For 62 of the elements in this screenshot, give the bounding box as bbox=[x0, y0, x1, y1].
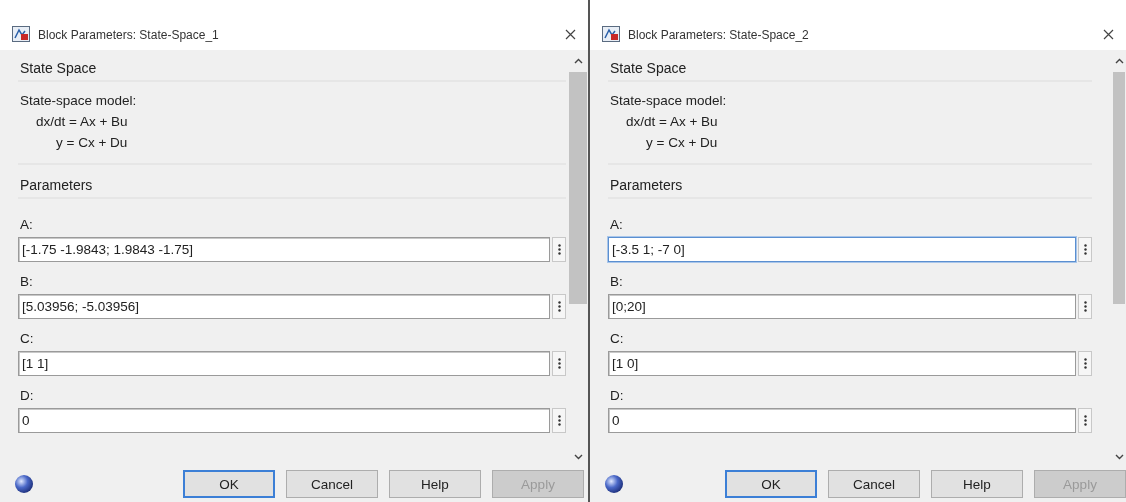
section-title: Parameters bbox=[608, 173, 1092, 199]
parameter-label: A: bbox=[609, 216, 624, 234]
help-button[interactable]: Help bbox=[389, 470, 481, 498]
caret-up-icon[interactable] bbox=[1114, 58, 1124, 64]
window-title: Block Parameters: State-Space_2 bbox=[628, 28, 810, 42]
description-line: dx/dt = Ax + Bu bbox=[625, 113, 719, 131]
description-line: dx/dt = Ax + Bu bbox=[35, 113, 129, 131]
parameter-label: B: bbox=[609, 273, 624, 291]
options-button[interactable] bbox=[552, 408, 566, 433]
more-icon bbox=[557, 358, 561, 369]
section-title: State Space bbox=[608, 56, 1092, 82]
description-line: State-space model: bbox=[20, 92, 138, 110]
options-button[interactable] bbox=[1078, 408, 1092, 433]
more-icon bbox=[557, 244, 561, 255]
scroll-thumb[interactable] bbox=[1113, 72, 1125, 304]
parameter-label: B: bbox=[19, 273, 34, 291]
input-field[interactable]: [-1.75 -1.9843; 1.9843 -1.75] bbox=[18, 237, 550, 262]
input-field[interactable]: [0;20] bbox=[608, 294, 1076, 319]
description-line: State-space model: bbox=[610, 92, 728, 110]
caret-down-icon[interactable] bbox=[1114, 454, 1124, 460]
options-button[interactable] bbox=[552, 294, 566, 319]
close-icon bbox=[1102, 28, 1114, 40]
window-title: Block Parameters: State-Space_1 bbox=[38, 28, 220, 42]
block-icon bbox=[602, 26, 620, 42]
description-line: y = Cx + Du bbox=[55, 134, 129, 152]
more-icon bbox=[1083, 301, 1087, 312]
section-title: State Space bbox=[18, 56, 566, 82]
parameter-label: C: bbox=[609, 330, 625, 348]
options-button[interactable] bbox=[552, 351, 566, 376]
more-icon bbox=[1083, 358, 1087, 369]
input-field[interactable]: 0 bbox=[18, 408, 550, 433]
options-button[interactable] bbox=[1078, 237, 1092, 262]
description-line: y = Cx + Du bbox=[645, 134, 719, 152]
close-icon bbox=[564, 28, 576, 40]
more-icon bbox=[557, 301, 561, 312]
input-field[interactable]: [-3.5 1; -7 0] bbox=[608, 237, 1076, 262]
options-button[interactable] bbox=[1078, 294, 1092, 319]
more-icon bbox=[557, 415, 561, 426]
caret-down-icon[interactable] bbox=[573, 454, 583, 460]
parameter-label: A: bbox=[19, 216, 34, 234]
scroll-thumb[interactable] bbox=[569, 72, 587, 304]
more-icon bbox=[1083, 244, 1087, 255]
info-icon[interactable] bbox=[14, 474, 34, 494]
section-title: Parameters bbox=[18, 173, 566, 199]
more-icon bbox=[1083, 415, 1087, 426]
block-icon bbox=[12, 26, 30, 42]
cancel-button[interactable]: Cancel bbox=[828, 470, 920, 498]
options-button[interactable] bbox=[552, 237, 566, 262]
parameter-label: D: bbox=[19, 387, 35, 405]
parameter-label: C: bbox=[19, 330, 35, 348]
parameter-label: D: bbox=[609, 387, 625, 405]
options-button[interactable] bbox=[1078, 351, 1092, 376]
ok-button[interactable]: OK bbox=[725, 470, 817, 498]
input-field[interactable]: [1 0] bbox=[608, 351, 1076, 376]
caret-up-icon[interactable] bbox=[573, 58, 583, 64]
info-icon[interactable] bbox=[604, 474, 624, 494]
ok-button[interactable]: OK bbox=[183, 470, 275, 498]
cancel-button[interactable]: Cancel bbox=[286, 470, 378, 498]
help-button[interactable]: Help bbox=[931, 470, 1023, 498]
input-field[interactable]: [5.03956; -5.03956] bbox=[18, 294, 550, 319]
input-field[interactable]: 0 bbox=[608, 408, 1076, 433]
input-field[interactable]: [1 1] bbox=[18, 351, 550, 376]
